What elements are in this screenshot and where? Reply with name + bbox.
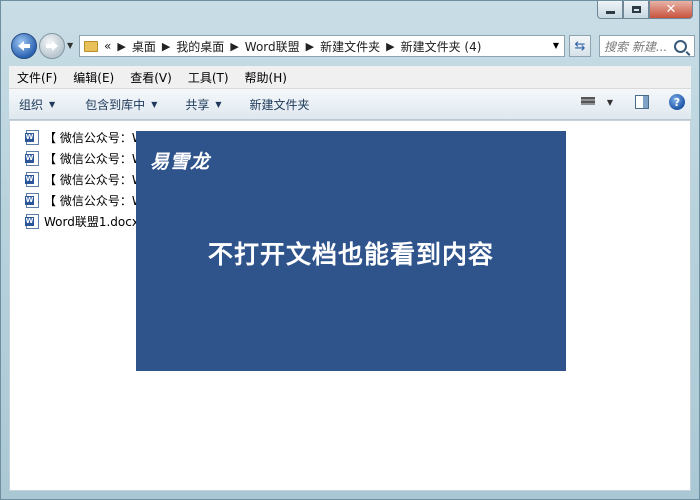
word-doc-icon bbox=[25, 193, 39, 208]
organize-label: 组织 bbox=[19, 97, 44, 112]
maximize-icon bbox=[631, 6, 641, 13]
chevron-down-icon: ▼ bbox=[49, 99, 56, 109]
include-in-library-label: 包含到库中 bbox=[85, 97, 146, 112]
minimize-button[interactable] bbox=[597, 1, 623, 19]
search-input[interactable]: 搜索 新建... bbox=[599, 35, 695, 57]
include-in-library-button[interactable]: 包含到库中 ▼ bbox=[75, 96, 165, 113]
menu-tools[interactable]: 工具(T) bbox=[180, 69, 237, 86]
close-icon: ✕ bbox=[665, 2, 677, 17]
menu-view[interactable]: 查看(V) bbox=[122, 69, 180, 86]
refresh-icon: ⇆ bbox=[574, 38, 586, 54]
file-name: 【 微信公众号：W bbox=[44, 194, 144, 208]
chevron-right-icon: ▶ bbox=[161, 39, 171, 53]
help-icon[interactable]: ? bbox=[669, 94, 685, 110]
chevron-down-icon: ▼ bbox=[151, 99, 158, 109]
share-label: 共享 bbox=[185, 97, 210, 112]
word-doc-icon bbox=[25, 214, 39, 229]
list-item[interactable]: 【 微信公众号：W bbox=[25, 190, 144, 211]
breadcrumb-word-lianmeng[interactable]: Word联盟 bbox=[245, 38, 300, 55]
chevron-right-icon: ▶ bbox=[386, 39, 395, 53]
explorer-window: ✕ ▼ « ▶ 桌面 ▶ 我的桌面 ▶ Word联盟 ▶ 新建文件夹 ▶ 新建文… bbox=[0, 0, 700, 500]
folder-icon bbox=[84, 40, 98, 52]
file-name: 【 微信公众号：W bbox=[44, 131, 144, 145]
menu-bar: 文件(F) 编辑(E) 查看(V) 工具(T) 帮助(H) bbox=[9, 66, 691, 89]
banner-title: 不打开文档也能看到内容 bbox=[207, 240, 494, 269]
organize-button[interactable]: 组织 ▼ bbox=[9, 96, 63, 113]
view-options-dropdown-icon[interactable]: ▼ bbox=[607, 98, 613, 107]
forward-button[interactable] bbox=[39, 33, 65, 59]
breadcrumb-desktop[interactable]: 桌面 bbox=[132, 38, 156, 55]
banner-author: 易雪龙 bbox=[150, 151, 211, 173]
chevron-right-icon: ▶ bbox=[117, 39, 126, 53]
breadcrumb-overflow[interactable]: « bbox=[104, 39, 111, 53]
forward-arrow-icon bbox=[46, 41, 58, 51]
list-item[interactable]: 【 微信公众号：W bbox=[25, 169, 144, 190]
overlay-banner: 易雪龙 不打开文档也能看到内容 bbox=[136, 131, 566, 371]
word-doc-icon bbox=[25, 151, 39, 166]
address-bar[interactable]: « ▶ 桌面 ▶ 我的桌面 ▶ Word联盟 ▶ 新建文件夹 ▶ 新建文件夹 (… bbox=[79, 35, 565, 57]
share-button[interactable]: 共享 ▼ bbox=[175, 96, 229, 113]
back-arrow-icon bbox=[18, 41, 30, 51]
list-item[interactable]: 【 微信公众号：W bbox=[25, 127, 144, 148]
command-bar: 组织 ▼ 包含到库中 ▼ 共享 ▼ 新建文件夹 ▼ ? bbox=[9, 89, 691, 120]
breadcrumb-new-folder-4[interactable]: 新建文件夹 (4) bbox=[401, 38, 482, 55]
menu-edit[interactable]: 编辑(E) bbox=[65, 69, 122, 86]
file-list: 【 微信公众号：W 【 微信公众号：W 【 微信公众号：W 【 微信公众号：W … bbox=[25, 127, 144, 232]
change-view-icon[interactable] bbox=[580, 96, 595, 108]
close-button[interactable]: ✕ bbox=[649, 1, 693, 19]
menu-help[interactable]: 帮助(H) bbox=[237, 69, 295, 86]
word-doc-icon bbox=[25, 130, 39, 145]
minimize-icon bbox=[605, 11, 615, 14]
maximize-button[interactable] bbox=[623, 1, 649, 19]
breadcrumb-my-desktop[interactable]: 我的桌面 bbox=[176, 38, 224, 55]
new-folder-button[interactable]: 新建文件夹 bbox=[240, 96, 318, 113]
word-doc-icon bbox=[25, 172, 39, 187]
navigation-bar: ▼ « ▶ 桌面 ▶ 我的桌面 ▶ Word联盟 ▶ 新建文件夹 ▶ 新建文件夹… bbox=[9, 33, 695, 61]
new-folder-label: 新建文件夹 bbox=[249, 97, 310, 112]
toolbar-right-group: ▼ ? bbox=[580, 94, 685, 110]
list-item[interactable]: 【 微信公众号：W bbox=[25, 148, 144, 169]
back-button[interactable] bbox=[11, 33, 37, 59]
recent-pages-dropdown[interactable]: ▼ bbox=[67, 41, 73, 50]
search-placeholder: 搜索 新建... bbox=[604, 39, 668, 54]
menu-file[interactable]: 文件(F) bbox=[9, 69, 65, 86]
refresh-button[interactable]: ⇆ bbox=[569, 35, 591, 57]
file-name: 【 微信公众号：W bbox=[44, 152, 144, 166]
address-dropdown-icon[interactable]: ▼ bbox=[553, 41, 559, 50]
chevron-right-icon: ▶ bbox=[230, 39, 239, 53]
list-item[interactable]: Word联盟1.docx bbox=[25, 211, 144, 232]
file-name: Word联盟1.docx bbox=[44, 215, 139, 229]
file-name: 【 微信公众号：W bbox=[44, 173, 144, 187]
search-icon[interactable] bbox=[674, 39, 687, 53]
caption-buttons: ✕ bbox=[597, 1, 693, 19]
breadcrumb-new-folder[interactable]: 新建文件夹 bbox=[320, 38, 380, 55]
chevron-right-icon: ▶ bbox=[305, 39, 315, 53]
chevron-down-icon: ▼ bbox=[215, 99, 222, 109]
preview-pane-icon[interactable] bbox=[635, 95, 649, 109]
